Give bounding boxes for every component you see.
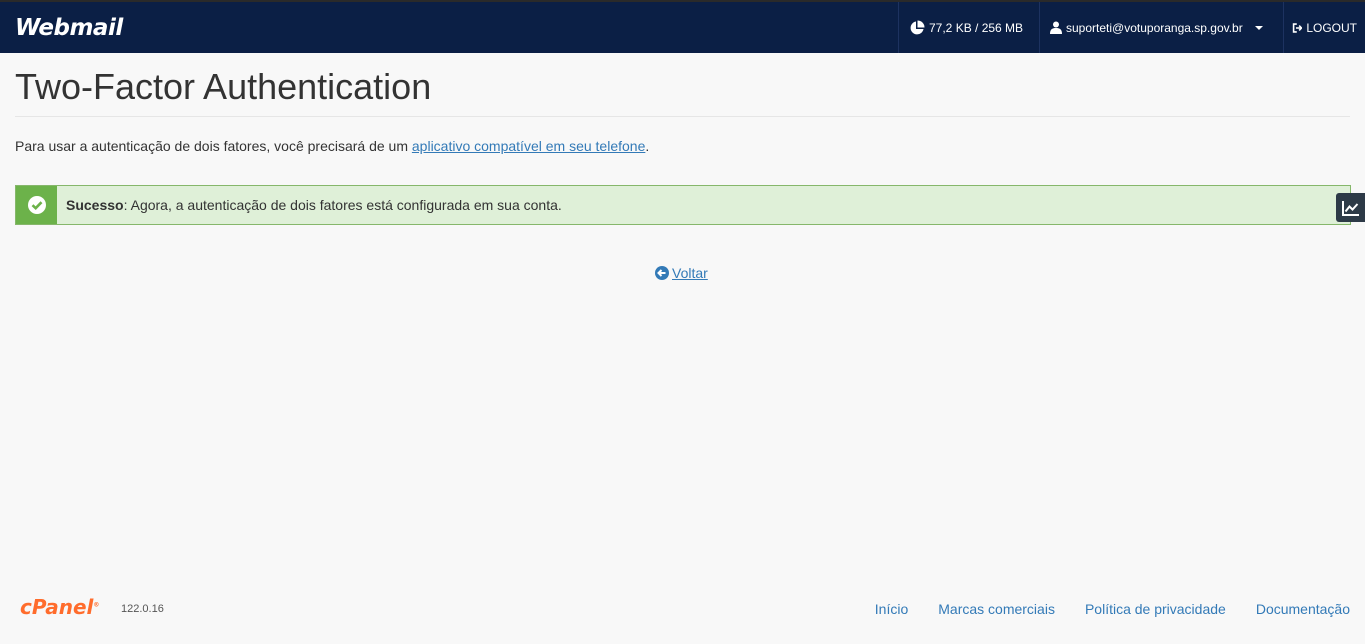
alert-icon-box xyxy=(16,186,57,224)
logout-button[interactable]: LOGOUT xyxy=(1283,2,1365,53)
intro-end: . xyxy=(645,138,650,154)
statistics-toggle[interactable] xyxy=(1336,193,1365,222)
footer-link-home[interactable]: Início xyxy=(875,601,908,617)
footer-link-docs[interactable]: Documentação xyxy=(1256,601,1350,617)
logout-icon xyxy=(1292,22,1303,33)
version-number: 122.0.16 xyxy=(121,603,164,615)
alert-body: : Agora, a autenticação de dois fatores … xyxy=(123,197,562,213)
arrow-left-circle-icon xyxy=(655,266,669,280)
success-alert: Sucesso: Agora, a autenticação de dois f… xyxy=(15,185,1351,225)
footer-link-privacy[interactable]: Política de privacidade xyxy=(1085,601,1226,617)
page-title: Two-Factor Authentication xyxy=(15,66,432,107)
title-divider xyxy=(15,116,1350,117)
chevron-down-icon xyxy=(1254,25,1263,30)
user-menu[interactable]: suporteti@votuporanga.sp.gov.br xyxy=(1039,2,1283,53)
back-link[interactable]: Voltar xyxy=(655,265,708,281)
pie-chart-icon xyxy=(910,20,925,34)
footer-links: Início Marcas comerciais Política de pri… xyxy=(875,601,1350,617)
top-navbar: Webmail 77,2 KB / 256 MB suporteti@votup… xyxy=(0,0,1365,53)
disk-usage[interactable]: 77,2 KB / 256 MB xyxy=(898,2,1039,53)
user-email: suporteti@votuporanga.sp.gov.br xyxy=(1066,20,1243,35)
webmail-logo[interactable]: Webmail xyxy=(15,15,123,41)
alert-label: Sucesso xyxy=(66,197,124,213)
disk-usage-text: 77,2 KB / 256 MB xyxy=(929,20,1024,35)
back-label: Voltar xyxy=(672,265,708,281)
intro-paragraph: Para usar a autenticação de dois fatores… xyxy=(15,138,649,154)
compatible-app-link[interactable]: aplicativo compatível em seu telefone xyxy=(412,138,645,154)
alert-message: Sucesso: Agora, a autenticação de dois f… xyxy=(66,197,562,213)
check-circle-icon xyxy=(27,196,46,214)
logout-label: LOGOUT xyxy=(1306,20,1357,35)
cpanel-logo[interactable]: cPanel® xyxy=(20,595,99,619)
user-icon xyxy=(1050,21,1062,34)
line-chart-icon xyxy=(1341,200,1359,216)
footer-link-trademarks[interactable]: Marcas comerciais xyxy=(938,601,1055,617)
intro-text: Para usar a autenticação de dois fatores… xyxy=(15,138,412,154)
